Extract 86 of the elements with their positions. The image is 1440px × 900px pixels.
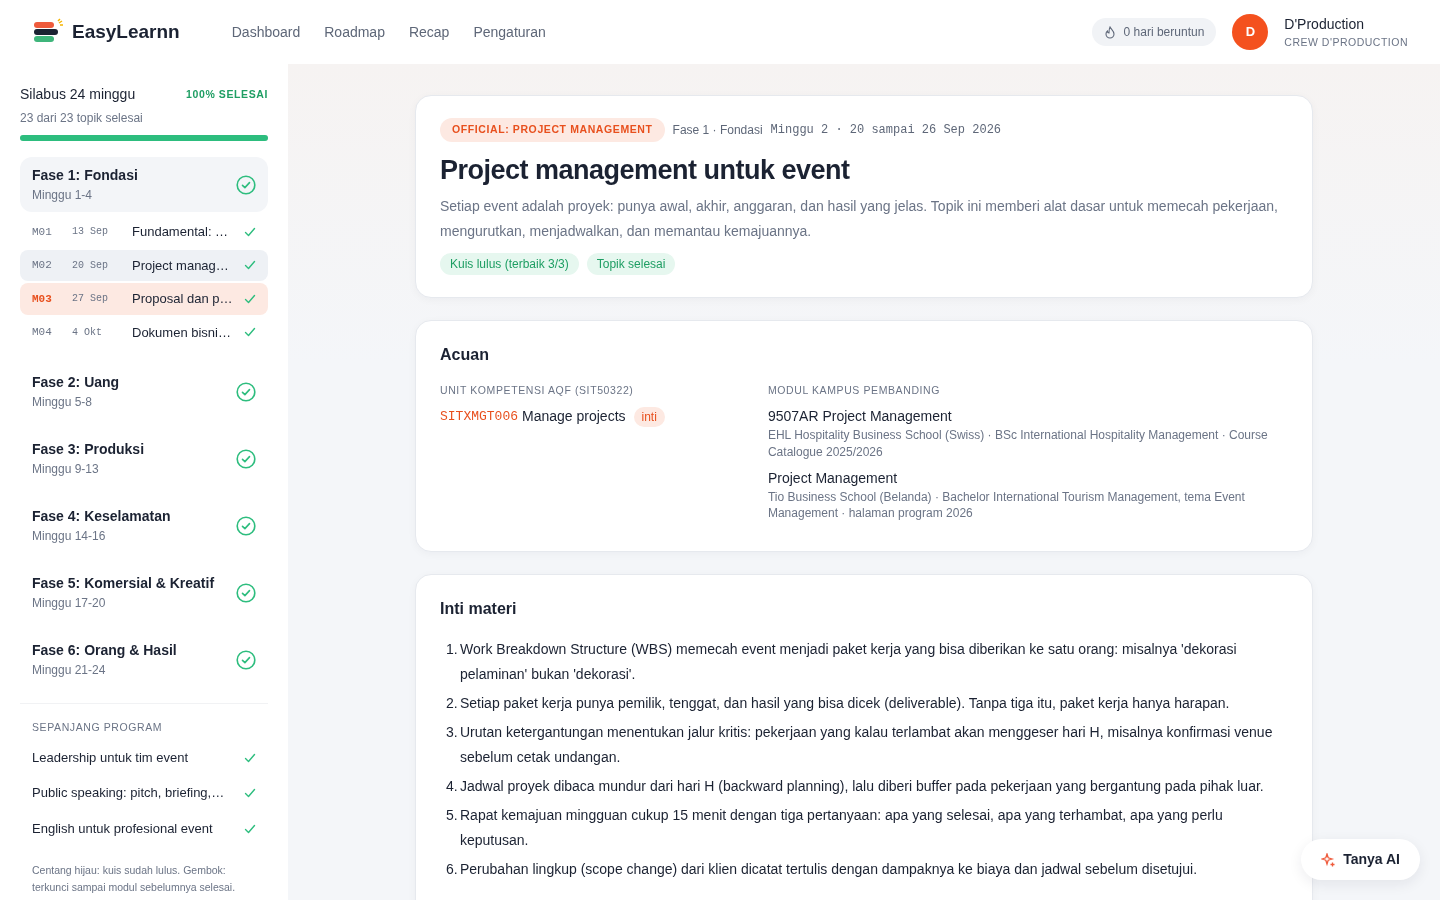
phase-weeks: Minggu 14-16 [32,528,107,545]
phase-title: Fase 3: Produksi [32,440,146,459]
list-item: Perubahan lingkup (scope change) dari klien dicatat tertulis dengan dampaknya ke biaya dan jadwal sebelum disetujui. [460,860,1198,880]
status-badge: Kuis lulus (terbaik 3/3) [440,252,579,275]
column-heading: MODUL KAMPUS PEMBANDING [767,382,942,398]
module-source: Tio Business School (Belanda) · Bachelor International Tourism Management, tema Event Management · halaman program 2026 [767,488,1246,522]
phase-item[interactable]: Fase 3: Produksi Minggu 9-13 [20,431,268,486]
week-range: Minggu 2 · 20 sampai 26 Sep 2026 [770,121,1002,139]
phase-item[interactable]: Fase 5: Komersial & Kreatif Minggu 17-20 [20,565,268,620]
topic-intro: Setiap event adalah proyek: punya awal, akhir, anggaran, dan hasil yang jelas. Topik ini memberi alat dasar untuk memecah pekerjaan, mengurutkan, menjadwalkan, dan memantau kemajuannya. [440,197,1279,242]
module-title: Fundamental: … [132,223,230,241]
syllabus-title: Silabus 24 minggu [20,85,136,104]
progress-summary: 23 dari 23 topik selesai [20,110,144,127]
program-title: Public speaking: pitch, briefing,… [32,784,225,803]
module-code: M03 [32,291,53,307]
module-item[interactable]: M03 27 Sep Proposal dan p… [20,283,268,315]
unit-badge: inti [633,406,665,427]
unit-code: SITXMGT006 [440,408,518,427]
topic-title: Project management untuk event [440,153,851,187]
phase-weeks: Minggu 9-13 [32,461,100,478]
module-item[interactable]: M01 13 Sep Fundamental: … [20,216,268,248]
nav-link[interactable]: Roadmap [324,21,385,43]
phase-item[interactable]: Fase 1: Fondasi Minggu 1-4 [20,157,268,212]
module-title: Project manag… [132,256,230,275]
module-title: Dokumen bisni… [132,323,232,342]
module-date: 4 Okt [72,325,103,340]
module-code: M02 [32,258,53,273]
module-code: M01 [32,224,53,240]
module-date: 13 Sep [72,225,109,240]
section-heading: SEPANJANG PROGRAM [31,720,164,735]
list-number: 1. [445,640,459,660]
program-item[interactable]: English untuk profesional event [20,810,268,847]
list-number: 5. [445,806,459,826]
nav-link[interactable]: Recap [408,21,450,43]
list-item: Setiap paket kerja punya pemilik, tenggat, dan hasil yang bisa dicek (deliverable). Tanpa tiga itu, paket kerja hanya harapan. [460,694,1230,714]
list-item: Urutan ketergantungan menentukan jalur kritis: pekerjaan yang kalau terlambat akan menggeser hari H, misalnya konfirmasi venue sebelum cetak undangan. [460,723,1274,768]
legend-note: Centang hijau: kuis sudah lulus. Gembok: terkunci sampai modul sebelumnya selesai. [31,863,237,896]
ask-ai-button[interactable]: Tanya AI [1301,839,1420,880]
phase-title: Fase 6: Orang & Hasil [32,641,178,660]
phase-title: Fase 4: Keselamatan [32,507,172,526]
phase-item[interactable]: Fase 4: Keselamatan Minggu 14-16 [20,498,268,553]
nav-link[interactable]: Pengaturan [473,21,546,43]
brand-name: EasyLearnn [72,19,180,44]
phase-label: Fase 1 · Fondasi [672,121,763,139]
phase-title: Fase 1: Fondasi [32,166,139,185]
module-item[interactable]: M04 4 Okt Dokumen bisni… [20,316,268,348]
program-title: English untuk profesional event [32,819,213,838]
list-item: Rapat kemajuan mingguan cukup 15 menit dengan tiga pertanyaan: apa yang selesai, apa yang terhambat, apa yang perlu keputusan. [460,806,1224,851]
nav-link[interactable]: Dashboard [231,21,301,43]
user-name: D'Production [1284,14,1366,34]
flame-icon [1103,25,1116,39]
program-item[interactable]: Leadership untuk tim event [20,739,268,776]
list-number: 6. [445,860,459,880]
phase-weeks: Minggu 17-20 [32,595,107,612]
program-item[interactable]: Public speaking: pitch, briefing,… [20,775,268,811]
phase-weeks: Minggu 21-24 [32,662,107,679]
status-badge: Topik selesai [586,252,676,275]
completion-percent: 100% SELESAI [186,86,268,102]
module-date: 27 Sep [72,292,109,307]
list-number: 3. [445,723,459,743]
phase-item[interactable]: Fase 2: Uang Minggu 5-8 [20,364,268,419]
list-number: 2. [445,694,459,714]
module-code: M04 [32,325,53,340]
sparkle-icon [1321,852,1336,867]
phase-title: Fase 5: Komersial & Kreatif [32,574,216,593]
section-title: Acuan [440,344,490,365]
program-title: Leadership untuk tim event [32,748,189,767]
section-title: Inti materi [440,599,518,620]
module-date: 20 Sep [72,258,109,273]
list-item: Work Breakdown Structure (WBS) memecah event menjadi paket kerja yang bisa diberikan ke satu orang: misalnya 'dekorasi pelaminan' bukan 'dekorasi'. [460,640,1238,685]
list-item: Jadwal proyek dibaca mundur dari hari H (backward planning), lalu diberi buffer pada pekerjaan yang bergantung pada pihak luar. [460,777,1264,797]
streak-text: 0 hari beruntun [1123,24,1205,41]
phase-item[interactable]: Fase 6: Orang & Hasil Minggu 21-24 [20,632,268,687]
unit-name: Manage projects [522,407,626,427]
column-heading: UNIT KOMPETENSI AQF (SIT50322) [440,382,635,398]
phase-weeks: Minggu 1-4 [32,187,94,204]
list-number: 4. [445,777,459,797]
module-item[interactable]: M02 20 Sep Project manag… [20,249,268,281]
phase-weeks: Minggu 5-8 [32,394,94,411]
module-name: 9507AR Project Management [767,407,953,427]
module-source: EHL Hospitality Business School (Swiss) · BSc International Hospitality Management · Course Catalogue 2025/2026 [767,427,1269,460]
module-name: Project Management [767,468,899,488]
module-title: Proposal dan p… [132,290,234,308]
user-role: CREW D'PRODUCTION [1284,34,1408,50]
category-tag: OFFICIAL: PROJECT MANAGEMENT [440,118,665,142]
phase-title: Fase 2: Uang [32,373,121,392]
